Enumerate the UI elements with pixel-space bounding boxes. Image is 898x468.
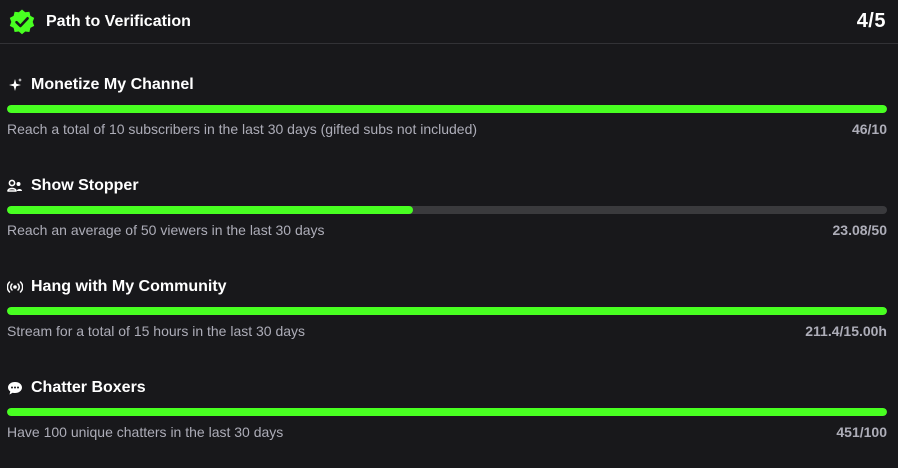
progress-fill: [7, 307, 887, 315]
goal-title: Show Stopper: [31, 177, 139, 194]
progress-bar: [7, 408, 887, 416]
progress-fill: [7, 105, 887, 113]
goal-description: Have 100 unique chatters in the last 30 …: [7, 424, 284, 440]
goal-title: Chatter Boxers: [31, 379, 146, 396]
progress-fill: [7, 206, 414, 214]
progress-bar: [7, 105, 887, 113]
goal-title: Hang with My Community: [31, 278, 227, 295]
broadcast-icon: [7, 281, 23, 293]
goal-title-row: Hang with My Community: [7, 277, 227, 297]
goal-title: Monetize My Channel: [31, 76, 194, 93]
users-icon: [7, 179, 22, 192]
goal-hang-with-community: Hang with My Community Stream for a tota…: [0, 277, 898, 367]
goal-show-stopper: Show Stopper Reach an average of 50 view…: [0, 176, 898, 266]
page-title: Path to Verification: [46, 12, 191, 30]
verified-badge-icon: [9, 9, 35, 34]
goal-progress-value: 46/10: [851, 121, 887, 137]
goal-description: Stream for a total of 15 hours in the la…: [7, 323, 306, 339]
progress-bar: [7, 307, 887, 315]
progress-fill: [7, 408, 887, 416]
header-left: Path to Verification: [8, 8, 191, 36]
goal-title-row: Show Stopper: [7, 176, 139, 196]
goal-monetize: Monetize My Channel Reach a total of 10 …: [0, 75, 898, 165]
goal-chatter-boxers: Chatter Boxers Have 100 unique chatters …: [0, 378, 898, 468]
progress-bar: [7, 206, 887, 214]
goal-progress-value: 211.4/15.00h: [805, 323, 887, 339]
goal-description: Reach a total of 10 subscribers in the l…: [7, 121, 478, 137]
goal-progress-value: 451/100: [836, 424, 887, 440]
sparkle-icon: [9, 78, 22, 91]
goals-completed-count: 4/5: [856, 10, 886, 32]
verification-header: Path to Verification 4/5: [0, 0, 898, 44]
goal-progress-value: 23.08/50: [832, 222, 888, 238]
goal-title-row: Chatter Boxers: [7, 378, 146, 398]
goal-description: Reach an average of 50 viewers in the la…: [7, 222, 325, 238]
goal-title-row: Monetize My Channel: [7, 75, 194, 95]
chat-bubble-icon: [8, 382, 22, 395]
